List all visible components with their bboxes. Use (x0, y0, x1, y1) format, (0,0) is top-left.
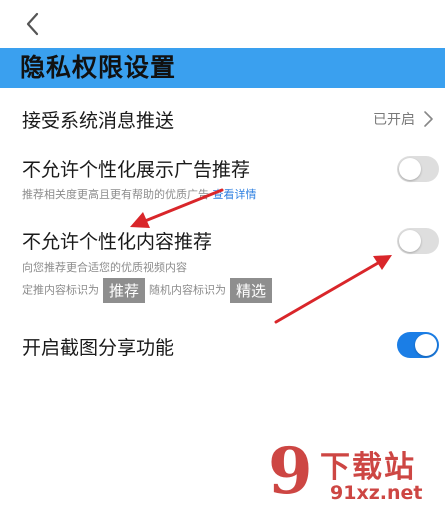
screenshot-share-toggle[interactable] (397, 332, 439, 358)
system-push-label: 接受系统消息推送 (22, 110, 175, 132)
title-bar: 隐私权限设置 (0, 48, 445, 88)
ad-personalization-toggle[interactable] (397, 156, 439, 182)
chevron-right-icon (424, 111, 433, 127)
watermark: 9 下载站 91xz.net (268, 440, 445, 509)
toggle-knob (415, 334, 437, 356)
watermark-name: 下载站 (320, 450, 416, 485)
system-push-status: 已开启 (373, 112, 415, 128)
ad-personalization-label: 不允许个性化展示广告推荐 (22, 159, 251, 181)
content-personalization-label: 不允许个性化内容推荐 (22, 231, 213, 253)
content-personalization-desc: 向您推荐更合适您的优质视频内容 (22, 261, 187, 274)
setting-row-ad-personalization: 不允许个性化展示广告推荐 推荐相关度更高且更有帮助的优质广告 查看详情 (0, 150, 445, 206)
ad-desc-text: 推荐相关度更高且更有帮助的优质广告 (22, 188, 209, 201)
ad-personalization-desc: 推荐相关度更高且更有帮助的优质广告 查看详情 (22, 186, 257, 202)
toggle-knob (399, 230, 421, 252)
featured-tag: 精选 (230, 278, 273, 303)
setting-row-content-personalization: 不允许个性化内容推荐 向您推荐更合适您的优质视频内容 定推内容标识为 推荐 随机内容… (0, 222, 445, 304)
tag-desc-prefix: 定推内容标识为 (22, 283, 99, 297)
view-details-link[interactable]: 查看详情 (213, 188, 257, 201)
screenshot-share-label: 开启截图分享功能 (22, 337, 175, 359)
chevron-left-icon (26, 12, 39, 36)
back-button[interactable] (22, 8, 46, 40)
setting-row-system-push[interactable]: 接受系统消息推送 已开启 (0, 98, 445, 140)
content-tag-desc: 定推内容标识为 推荐 随机内容标识为 精选 (22, 278, 276, 303)
content-personalization-toggle[interactable] (397, 228, 439, 254)
recommend-tag: 推荐 (103, 278, 146, 303)
tag-desc-middle: 随机内容标识为 (149, 283, 227, 297)
page-title: 隐私权限设置 (20, 53, 177, 82)
watermark-logo: 9 (268, 434, 313, 509)
toggle-knob (399, 158, 421, 180)
watermark-url: 91xz.net (330, 482, 423, 504)
setting-row-screenshot-share: 开启截图分享功能 (0, 326, 445, 366)
